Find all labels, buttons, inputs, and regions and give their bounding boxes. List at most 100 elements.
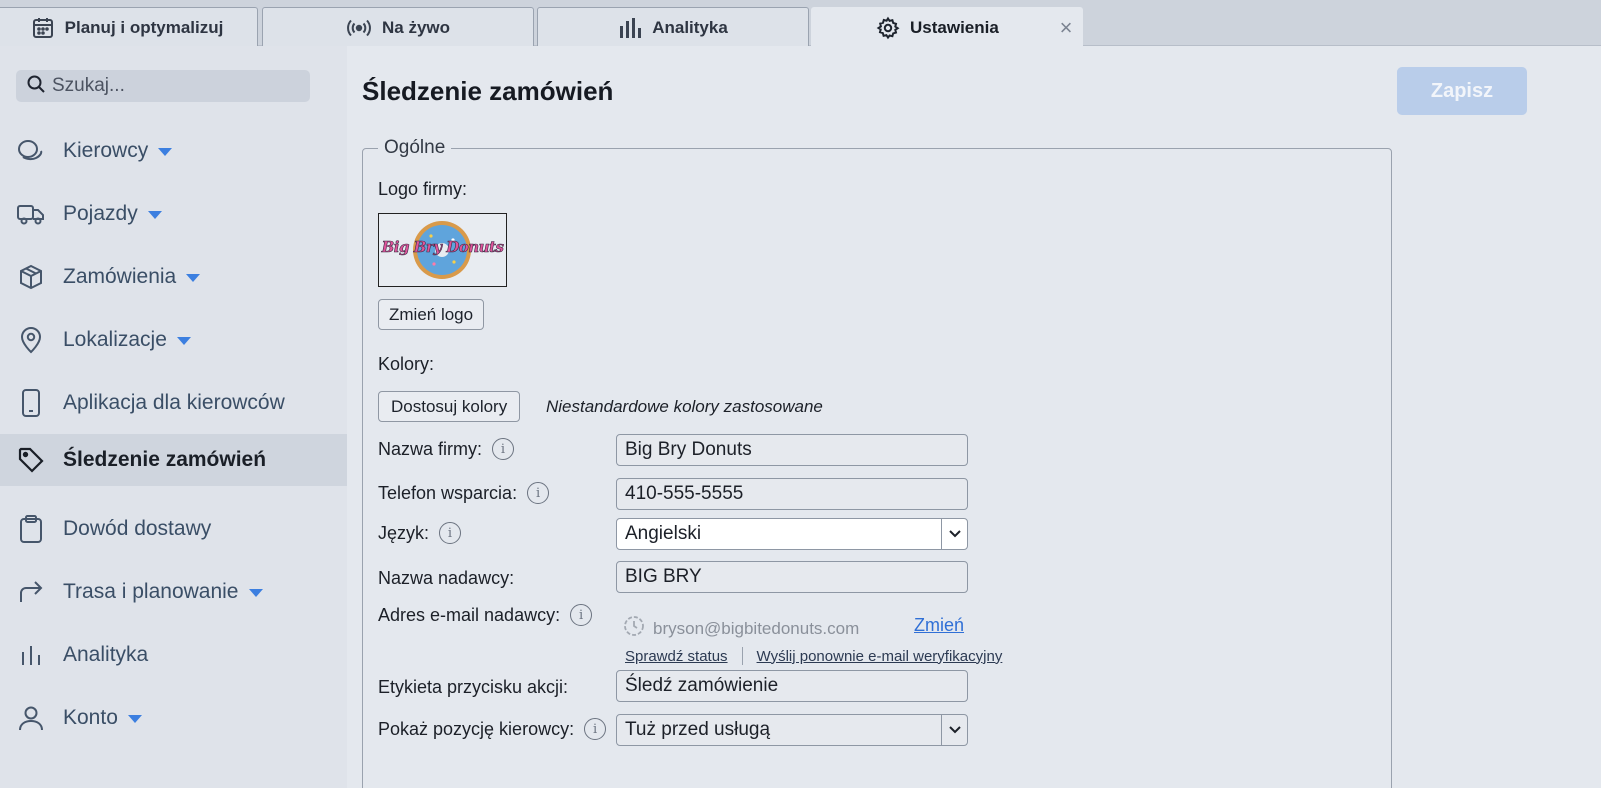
logo-text: Big Bry Donuts: [381, 238, 504, 257]
chevron-down-icon[interactable]: [941, 519, 967, 549]
chevron-down-icon: [127, 715, 142, 723]
company-name-field[interactable]: Big Bry Donuts: [616, 434, 968, 466]
chevron-down-icon: [158, 148, 173, 156]
sidebar-item-label: Śledzenie zamówień: [63, 448, 267, 471]
sidebar-item-label: Trasa i planowanie: [63, 580, 239, 603]
tab-label: Analityka: [652, 17, 728, 37]
logo-label: Logo firmy:: [378, 179, 468, 199]
sidebar-item-locations[interactable]: Lokalizacje: [0, 315, 347, 365]
sidebar-item-account[interactable]: Konto: [0, 693, 347, 743]
sidebar-item-label: Lokalizacje: [63, 328, 167, 351]
save-button[interactable]: Zapisz: [1397, 67, 1527, 115]
tab-label: Ustawienia: [910, 17, 999, 37]
support-phone-field[interactable]: 410-555-5555: [616, 478, 968, 510]
tab-settings[interactable]: Ustawienia ×: [811, 7, 1083, 47]
sidebar-item-label: Konto: [63, 706, 118, 729]
support-phone-label-text: Telefon wsparcia:: [378, 482, 518, 503]
sidebar-item-label: Pojazdy: [63, 202, 138, 225]
info-icon[interactable]: i: [527, 482, 550, 504]
colors-label: Kolory:: [378, 354, 435, 374]
sidebar-item-driver-app[interactable]: Aplikacja dla kierowców: [0, 378, 347, 428]
change-email-link[interactable]: Zmień: [914, 615, 964, 636]
driver-position-label-text: Pokaż pozycję kierowcy:: [378, 718, 575, 739]
sender-email-label-text: Adres e-mail nadawcy:: [378, 604, 561, 625]
sidebar-item-order-tracking[interactable]: Śledzenie zamówień: [0, 434, 347, 486]
chevron-down-icon: [176, 337, 191, 345]
email-actions: Sprawdź status Wyślij ponownie e-mail we…: [625, 647, 1002, 665]
user-icon: [17, 704, 45, 732]
page-title: Śledzenie zamówień: [362, 76, 614, 106]
pending-clock-icon: [623, 615, 645, 642]
tab-analytics[interactable]: Analityka: [537, 7, 809, 47]
language-select-value: Angielski: [625, 523, 702, 544]
info-icon[interactable]: i: [439, 522, 462, 544]
search-box[interactable]: [16, 70, 310, 102]
gear-icon: [876, 16, 900, 40]
broadcast-icon: [346, 17, 372, 39]
action-button-label-field[interactable]: Śledź zamówienie: [616, 670, 968, 702]
divider: [741, 647, 743, 665]
company-name-label: Nazwa firmy: i: [378, 438, 515, 460]
bar-chart-icon: [17, 641, 45, 669]
tag-icon: [17, 446, 45, 474]
driver-position-select[interactable]: Tuż przed usługą: [616, 714, 968, 746]
driver-position-select-value: Tuż przed usługą: [625, 719, 771, 740]
company-logo: Big Bry Donuts: [378, 213, 507, 287]
sidebar-item-route-planning[interactable]: Trasa i planowanie: [0, 567, 347, 617]
chevron-down-icon: [248, 589, 263, 597]
sender-email-value: bryson@bigbitedonuts.com: [623, 615, 859, 642]
language-select[interactable]: Angielski: [616, 518, 968, 550]
section-legend: Ogólne: [378, 137, 452, 159]
general-section: Ogólne Logo firmy: Big Bry Donuts Zmień …: [362, 137, 1392, 788]
company-name-label-text: Nazwa firmy:: [378, 438, 483, 459]
driver-position-label: Pokaż pozycję kierowcy: i: [378, 718, 607, 740]
sidebar-item-label: Analityka: [63, 643, 149, 666]
check-status-link[interactable]: Sprawdź status: [625, 648, 728, 665]
sidebar-item-vehicles[interactable]: Pojazdy: [0, 189, 347, 239]
tab-live[interactable]: Na żywo: [262, 7, 534, 47]
custom-colors-note: Niestandardowe kolory zastosowane: [546, 397, 823, 416]
change-logo-button[interactable]: Zmień logo: [378, 299, 485, 330]
sender-email-text: bryson@bigbitedonuts.com: [653, 618, 860, 638]
phone-icon: [17, 389, 45, 417]
sidebar-item-analytics[interactable]: Analityka: [0, 630, 347, 680]
sender-email-label: Adres e-mail nadawcy: i: [378, 604, 593, 626]
info-icon[interactable]: i: [584, 718, 607, 740]
sidebar-item-label: Zamówienia: [63, 265, 177, 288]
sidebar-item-label: Aplikacja dla kierowców: [63, 391, 285, 414]
language-label-text: Język:: [378, 522, 430, 543]
clipboard-icon: [17, 515, 45, 543]
action-button-label: Etykieta przycisku akcji:: [378, 677, 569, 697]
tab-bar: Planuj i optymalizuj Na żywo Analityka U…: [0, 0, 1601, 47]
sidebar-item-drivers[interactable]: Kierowcy: [0, 126, 347, 176]
sidebar-item-proof-of-delivery[interactable]: Dowód dostawy: [0, 504, 347, 554]
close-icon[interactable]: ×: [1056, 17, 1076, 39]
sidebar-item-label: Dowód dostawy: [63, 517, 212, 540]
sidebar: Kierowcy Pojazdy Zamówienia Lokalizacje …: [0, 46, 347, 788]
driver-icon: [17, 137, 45, 165]
tab-label: Planuj i optymalizuj: [64, 17, 224, 37]
box-icon: [17, 263, 45, 291]
support-phone-label: Telefon wsparcia: i: [378, 482, 550, 504]
customize-colors-button[interactable]: Dostosuj kolory: [378, 391, 521, 422]
sender-name-field[interactable]: BIG BRY: [616, 561, 968, 593]
info-icon[interactable]: i: [570, 604, 593, 626]
bar-chart-icon: [618, 17, 642, 39]
tab-plan-optimize[interactable]: Planuj i optymalizuj: [0, 7, 258, 47]
main-content: Śledzenie zamówień Zapisz Ogólne Logo fi…: [347, 46, 1601, 788]
resend-verification-link[interactable]: Wyślij ponownie e-mail weryfikacyjny: [757, 648, 1003, 665]
sidebar-item-orders[interactable]: Zamówienia: [0, 252, 347, 302]
sidebar-item-label: Kierowcy: [63, 139, 149, 162]
location-pin-icon: [17, 326, 45, 354]
chevron-down-icon[interactable]: [941, 715, 967, 745]
chevron-down-icon: [186, 274, 201, 282]
tab-label: Na żywo: [381, 17, 451, 37]
sender-name-label: Nazwa nadawcy:: [378, 568, 515, 588]
route-arrow-icon: [17, 578, 45, 606]
info-icon[interactable]: i: [492, 438, 515, 460]
chevron-down-icon: [147, 211, 162, 219]
truck-icon: [17, 200, 45, 228]
search-icon: [26, 74, 46, 99]
language-label: Język: i: [378, 522, 462, 544]
search-input[interactable]: [52, 75, 292, 97]
